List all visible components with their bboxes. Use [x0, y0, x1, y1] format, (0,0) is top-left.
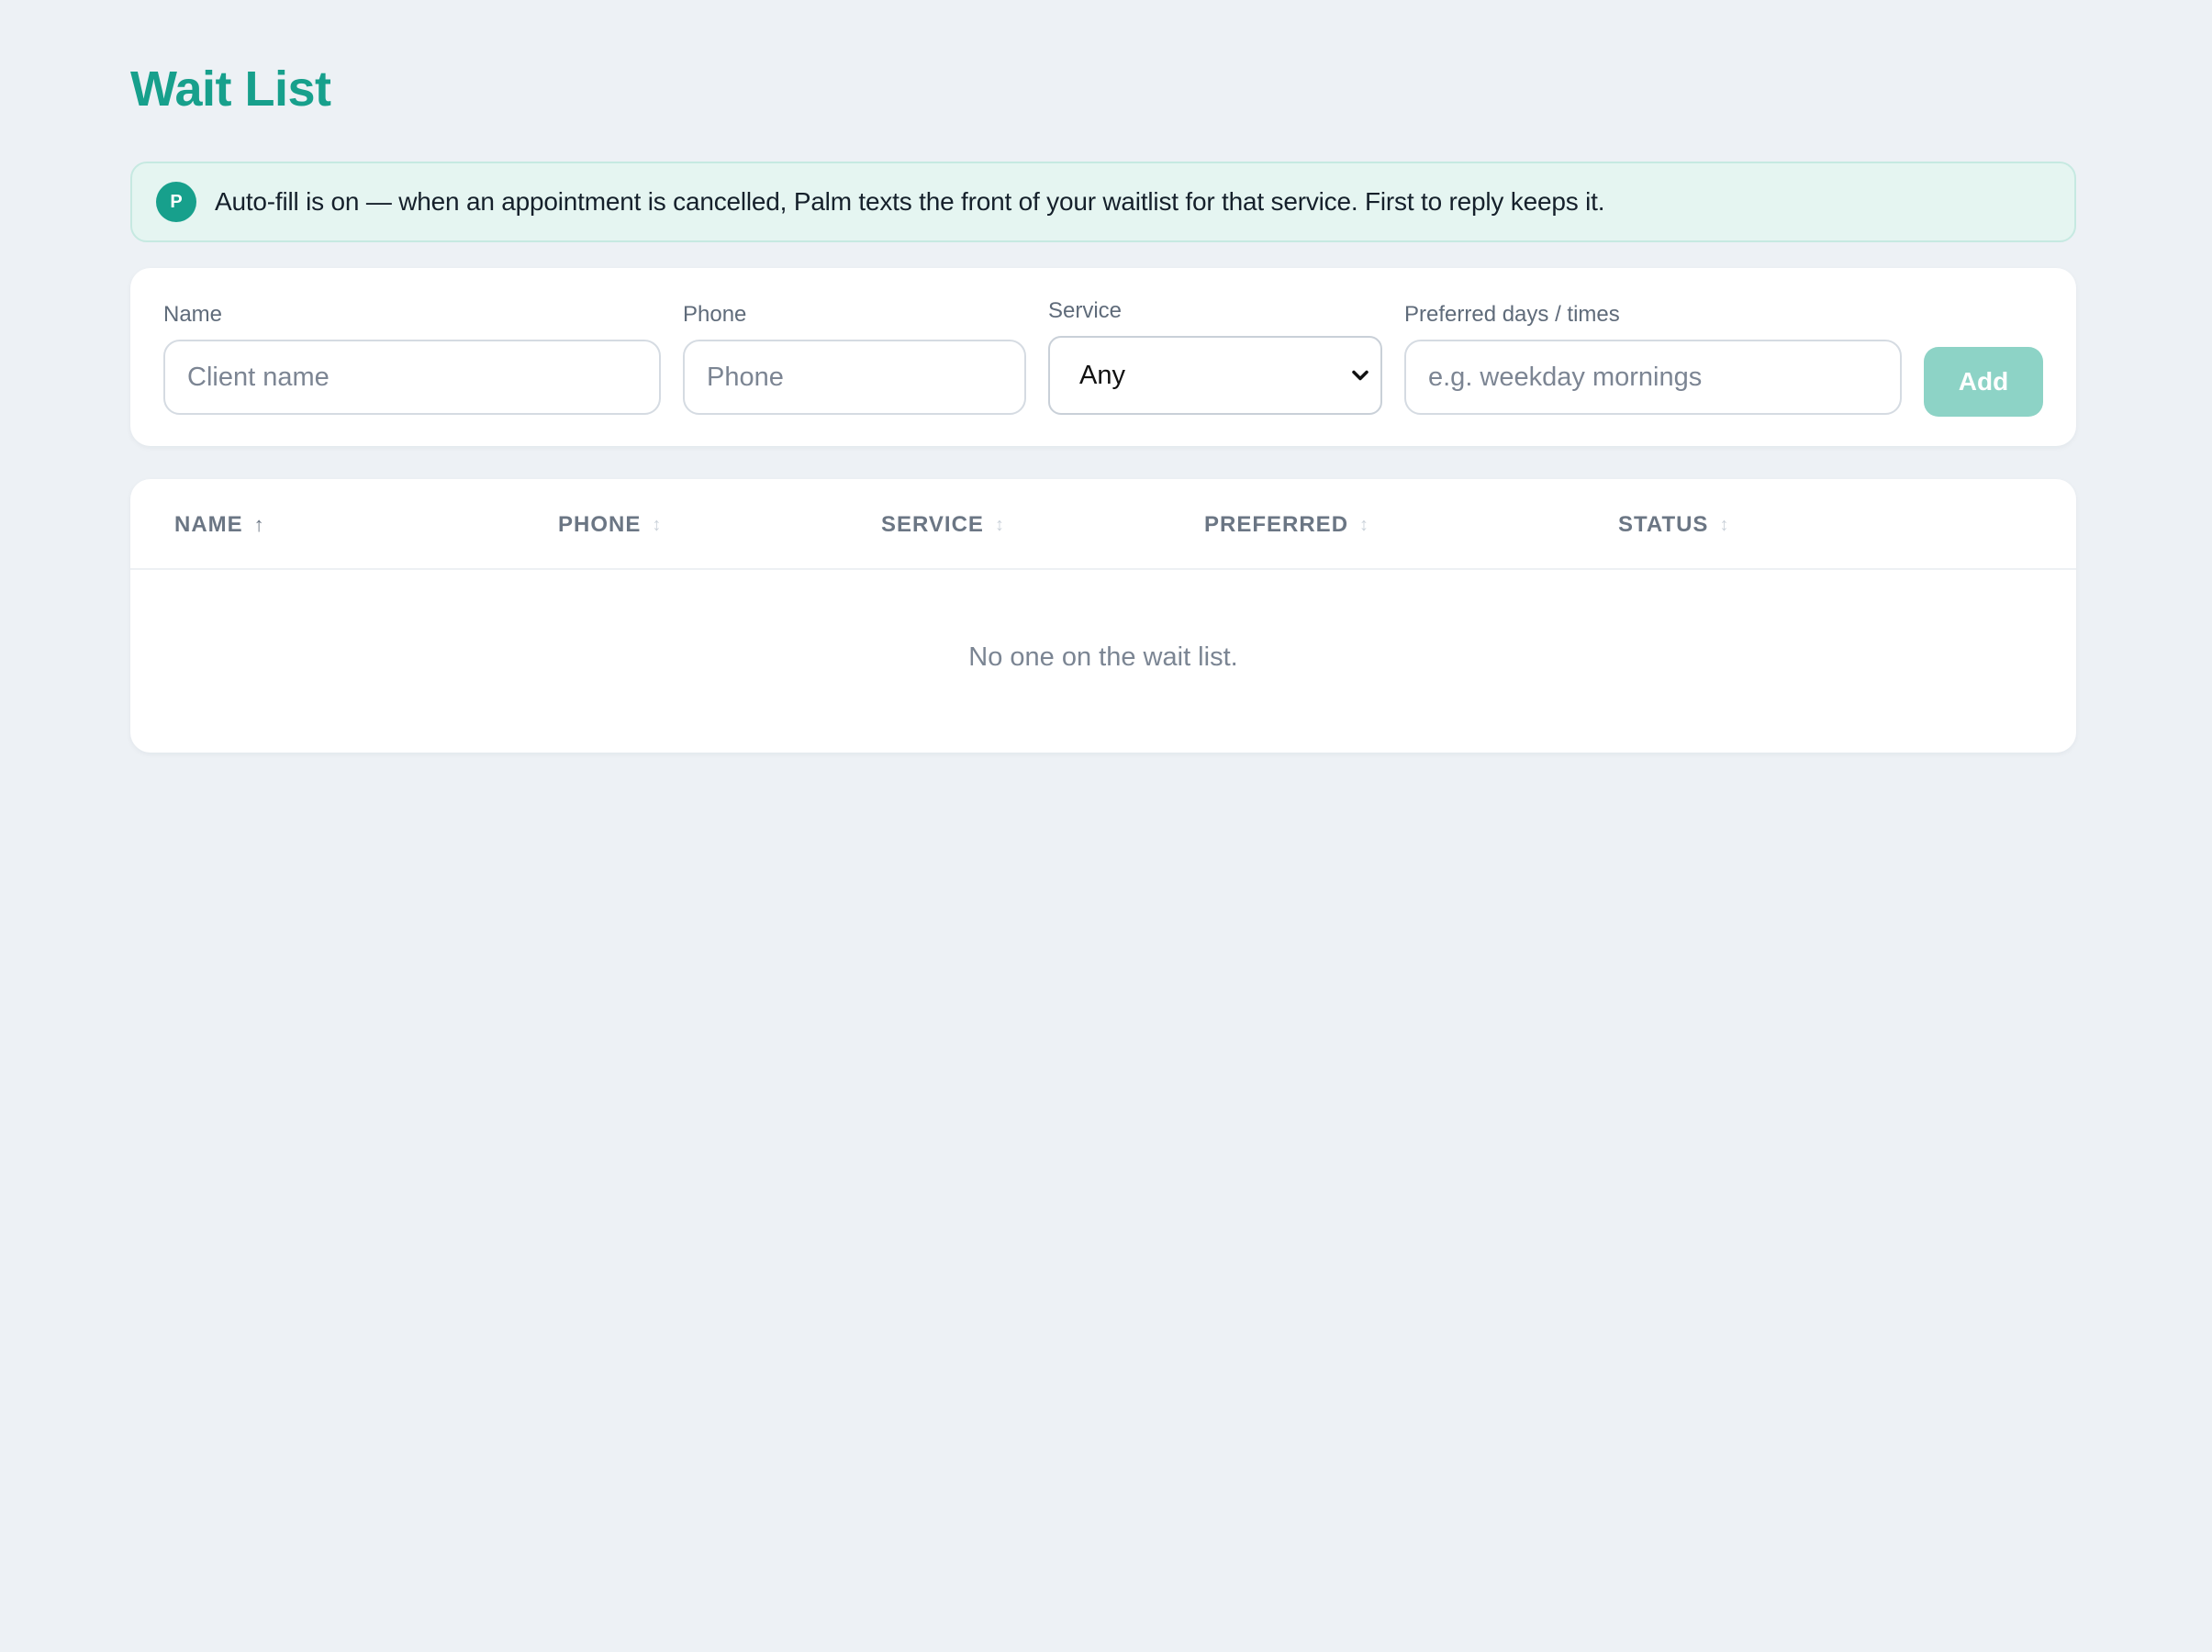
sort-icon: ↕ [994, 515, 1005, 535]
preferred-field-group: Preferred days / times [1404, 301, 1902, 415]
service-select[interactable]: Any [1048, 336, 1382, 415]
chevron-down-icon [1352, 370, 1369, 381]
column-header-service[interactable]: SERVICE ↕ [881, 512, 1005, 538]
sort-icon: ↕ [1719, 515, 1730, 535]
service-label: Service [1048, 298, 1123, 323]
banner-avatar: P [156, 182, 196, 222]
service-field-group: Service Any [1048, 297, 1382, 415]
autofill-banner: P Auto-fill is on — when an appointment … [130, 162, 2076, 242]
page-title: Wait List [130, 61, 331, 117]
wait-list-table: NAME ↑ PHONE ↕ SERVICE ↕ PREFERRED ↕ STA… [130, 479, 2076, 753]
column-header-preferred[interactable]: PREFERRED ↕ [1204, 512, 1369, 538]
service-select-value: Any [1079, 360, 1125, 390]
preferred-label: Preferred days / times [1404, 302, 1620, 327]
phone-input[interactable] [683, 340, 1026, 415]
phone-field-group: Phone [683, 301, 1026, 415]
sort-icon: ↕ [1359, 515, 1370, 535]
name-input[interactable] [163, 340, 661, 415]
empty-state-message: No one on the wait list. [968, 642, 1238, 672]
column-header-status[interactable]: STATUS ↕ [1618, 512, 1729, 538]
table-header: NAME ↑ PHONE ↕ SERVICE ↕ PREFERRED ↕ STA… [130, 479, 2076, 570]
column-header-label: SERVICE [881, 512, 984, 537]
arrow-up-icon: ↑ [253, 513, 265, 536]
preferred-input[interactable] [1404, 340, 1902, 415]
column-header-name[interactable]: NAME ↑ [174, 512, 265, 538]
column-header-phone[interactable]: PHONE ↕ [558, 512, 662, 538]
name-field-group: Name [163, 301, 661, 415]
column-header-label: NAME [174, 512, 243, 537]
add-client-form: Name Phone Service Any Preferred days / … [130, 268, 2076, 446]
column-header-label: PHONE [558, 512, 642, 537]
column-header-label: STATUS [1618, 512, 1709, 537]
phone-label: Phone [683, 302, 747, 327]
sort-icon: ↕ [652, 515, 663, 535]
add-button[interactable]: Add [1924, 347, 2043, 417]
column-header-label: PREFERRED [1204, 512, 1349, 537]
name-label: Name [163, 302, 223, 327]
banner-text: Auto-fill is on — when an appointment is… [215, 187, 1605, 216]
